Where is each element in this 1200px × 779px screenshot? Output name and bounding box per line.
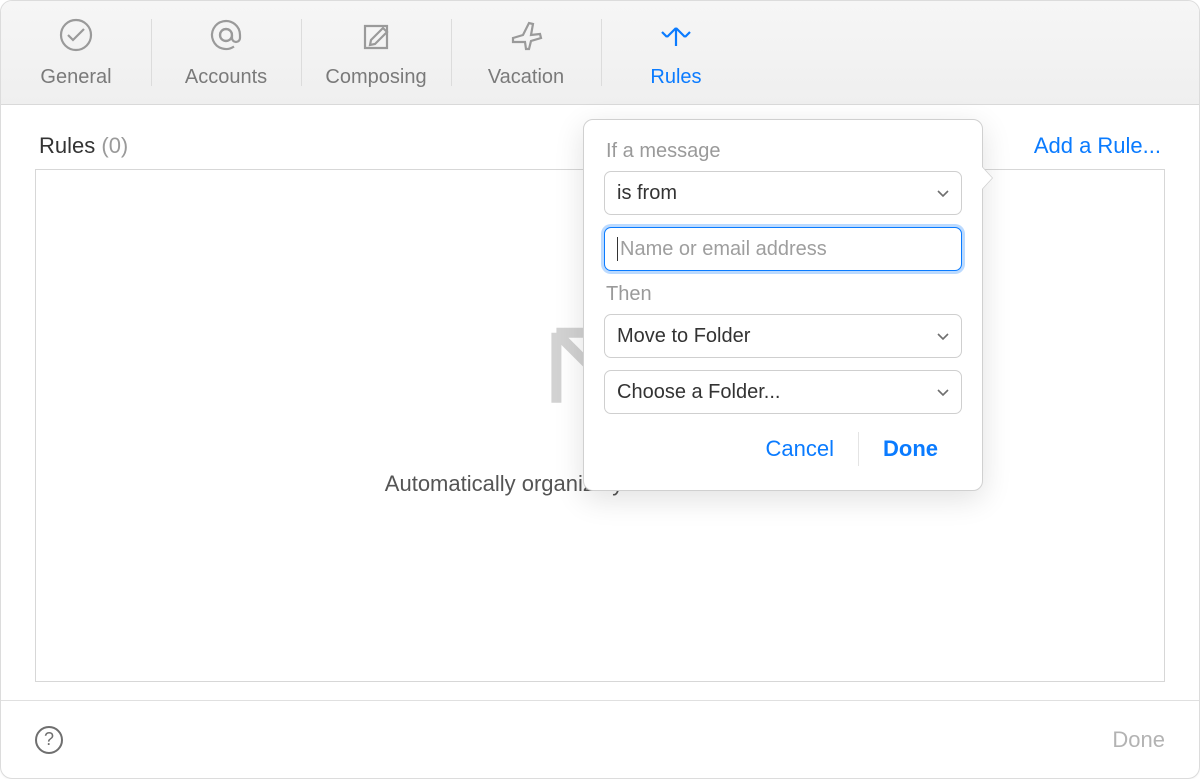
action-select-value: Move to Folder bbox=[617, 325, 750, 348]
compose-icon bbox=[357, 16, 395, 60]
rules-title: Rules (0) bbox=[39, 133, 128, 159]
chevron-down-icon bbox=[937, 328, 949, 344]
popover-arrow bbox=[981, 166, 992, 190]
preferences-window: General Accounts Composing Vacation Rule… bbox=[0, 0, 1200, 779]
done-button[interactable]: Done bbox=[1112, 727, 1165, 753]
rules-arrows-icon bbox=[657, 16, 695, 60]
at-sign-icon bbox=[207, 16, 245, 60]
tab-general[interactable]: General bbox=[1, 1, 151, 104]
airplane-icon bbox=[507, 16, 545, 60]
tab-composing[interactable]: Composing bbox=[301, 1, 451, 104]
add-rule-popover: If a message is from Name or email addre… bbox=[583, 119, 983, 491]
popover-button-row: Cancel Done bbox=[604, 430, 962, 468]
footer: ? Done bbox=[1, 700, 1199, 778]
rules-count: (0) bbox=[101, 133, 128, 158]
cancel-button[interactable]: Cancel bbox=[742, 430, 858, 468]
action-select[interactable]: Move to Folder bbox=[604, 314, 962, 358]
tab-label: Composing bbox=[325, 66, 426, 89]
condition-section-label: If a message bbox=[606, 140, 962, 163]
toolbar: General Accounts Composing Vacation Rule… bbox=[1, 1, 1199, 105]
condition-select[interactable]: is from bbox=[604, 171, 962, 215]
tab-vacation[interactable]: Vacation bbox=[451, 1, 601, 104]
chevron-down-icon bbox=[937, 185, 949, 201]
match-input-placeholder: Name or email address bbox=[620, 238, 827, 261]
chevron-down-icon bbox=[937, 384, 949, 400]
tab-label: General bbox=[40, 66, 111, 89]
tab-label: Rules bbox=[650, 66, 701, 89]
tab-rules[interactable]: Rules bbox=[601, 1, 751, 104]
folder-select-value: Choose a Folder... bbox=[617, 381, 780, 404]
rules-title-text: Rules bbox=[39, 133, 95, 158]
match-value-input[interactable]: Name or email address bbox=[604, 227, 962, 271]
question-mark-icon: ? bbox=[44, 729, 54, 750]
action-section-label: Then bbox=[606, 283, 962, 306]
folder-select[interactable]: Choose a Folder... bbox=[604, 370, 962, 414]
text-caret bbox=[617, 237, 618, 261]
tab-label: Accounts bbox=[185, 66, 267, 89]
tab-accounts[interactable]: Accounts bbox=[151, 1, 301, 104]
popover-done-button[interactable]: Done bbox=[859, 430, 962, 468]
condition-select-value: is from bbox=[617, 182, 677, 205]
help-button[interactable]: ? bbox=[35, 726, 63, 754]
tab-label: Vacation bbox=[488, 66, 564, 89]
add-rule-link[interactable]: Add a Rule... bbox=[1034, 133, 1161, 159]
checkmark-circle-icon bbox=[57, 16, 95, 60]
